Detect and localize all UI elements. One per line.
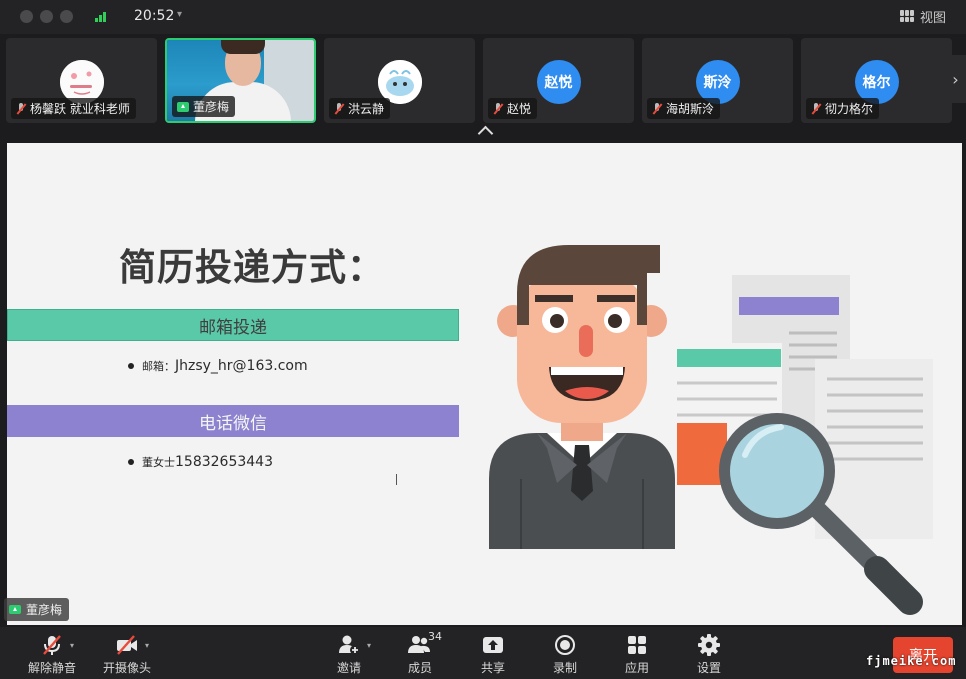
participant-name: 赵悦 [507,102,532,116]
avatar: 赵悦 [536,60,581,104]
meeting-toolbar: ▾ 解除静音 ▾ 开摄像头 ▾ 邀请 34 成员 共享 录制 应用 设置 [0,627,966,679]
record-icon [551,633,579,657]
participant-name-tag: 洪云静 [329,98,391,119]
members-icon: 34 [406,630,442,657]
participant-name-tag: 彻力格尔 [806,98,880,119]
participant-strip: 杨馨跃 就业科老师 董彦梅 洪云静 赵悦 赵悦 斯泠 海胡斯泠 格尔 彻力格尔 … [0,36,966,126]
share-screen-icon [479,633,507,657]
presenter-name-tag: 董彦梅 [4,598,70,621]
invite-button[interactable]: ▾ 邀请 [319,633,379,677]
participant-tile[interactable]: 赵悦 赵悦 [483,38,634,123]
email-label: 邮箱： [142,360,175,373]
mic-muted-icon [811,102,821,115]
participant-name-tag: 董彦梅 [172,96,236,117]
phone-bullet: 董女士 15832653443 [128,454,273,470]
contact-label: 董女士 [142,456,175,469]
participant-tile[interactable]: 洪云静 [324,38,475,123]
presenter-name: 董彦梅 [26,603,63,617]
participant-name: 彻力格尔 [825,102,874,116]
mic-muted-icon [652,102,662,115]
camera-off-icon: ▾ [113,633,149,657]
meeting-time: 20:52 [134,8,175,24]
unmute-button[interactable]: ▾ 解除静音 [22,633,82,677]
screen-share-icon [9,605,21,614]
record-button[interactable]: 录制 [535,633,595,677]
participant-name: 杨馨跃 就业科老师 [30,102,130,116]
chevron-down-icon[interactable]: ▾ [177,9,182,20]
participant-tile[interactable]: 格尔 彻力格尔 [801,38,952,123]
chevron-down-icon[interactable]: ▾ [70,641,74,650]
minimize-window-button[interactable] [40,10,53,23]
network-signal-icon[interactable] [95,11,109,22]
mouse-cursor-icon [396,474,404,485]
participant-tile[interactable]: 斯泠 海胡斯泠 [642,38,793,123]
collapse-strip-chevron-up-icon[interactable] [476,124,496,138]
apps-button[interactable]: 应用 [607,633,667,677]
start-camera-button[interactable]: ▾ 开摄像头 [97,633,157,677]
participant-name: 洪云静 [348,102,385,116]
email-bullet: 邮箱： Jhzsy_hr@163.com [128,358,308,374]
mic-muted-icon [16,102,26,115]
participant-name: 海胡斯泠 [666,102,715,116]
gallery-view-icon [899,10,914,22]
mic-muted-icon [493,102,503,115]
mic-muted-icon: ▾ [38,633,74,657]
participant-name: 董彦梅 [193,100,230,114]
slide-title: 简历投递方式： [119,246,385,289]
members-button[interactable]: 34 成员 [390,630,450,677]
maximize-window-button[interactable] [60,10,73,23]
screen-share-icon [177,101,189,112]
settings-button[interactable]: 设置 [679,633,739,677]
add-user-icon: ▾ [335,633,371,657]
phone-value: 15832653443 [175,454,273,470]
participant-name-tag: 海胡斯泠 [647,98,721,119]
section-phone-header: 电话微信 [7,405,459,437]
gear-icon [695,633,723,657]
apps-grid-icon [623,633,651,657]
email-value: Jhzsy_hr@163.com [175,358,308,374]
meeting-window: 20:52 ▾ 视图 杨馨跃 就业科老师 董彦梅 洪云静 赵悦 赵悦 斯泠 海胡… [0,0,966,679]
mic-muted-icon [334,102,344,115]
shared-screen: 简历投递方式： 邮箱投递 邮箱： Jhzsy_hr@163.com 电话微信 董… [7,143,962,625]
member-count: 34 [428,630,442,643]
participant-tile-active[interactable]: 董彦梅 [165,38,316,123]
share-button[interactable]: 共享 [463,633,523,677]
close-window-button[interactable] [20,10,33,23]
recruiter-illustration [489,245,933,615]
participant-tile[interactable]: 杨馨跃 就业科老师 [6,38,157,123]
view-button[interactable]: 视图 [899,7,946,26]
chevron-down-icon[interactable]: ▾ [145,641,149,650]
view-label: 视图 [919,10,946,26]
title-bar: 20:52 ▾ 视图 [0,0,966,34]
chevron-down-icon[interactable]: ▾ [367,641,371,650]
participant-name-tag: 赵悦 [488,98,538,119]
participant-name-tag: 杨馨跃 就业科老师 [11,98,136,119]
chevron-right-icon[interactable]: › [945,55,966,103]
watermark: fjmeike.com [866,654,957,668]
section-email-header: 邮箱投递 [7,309,459,341]
